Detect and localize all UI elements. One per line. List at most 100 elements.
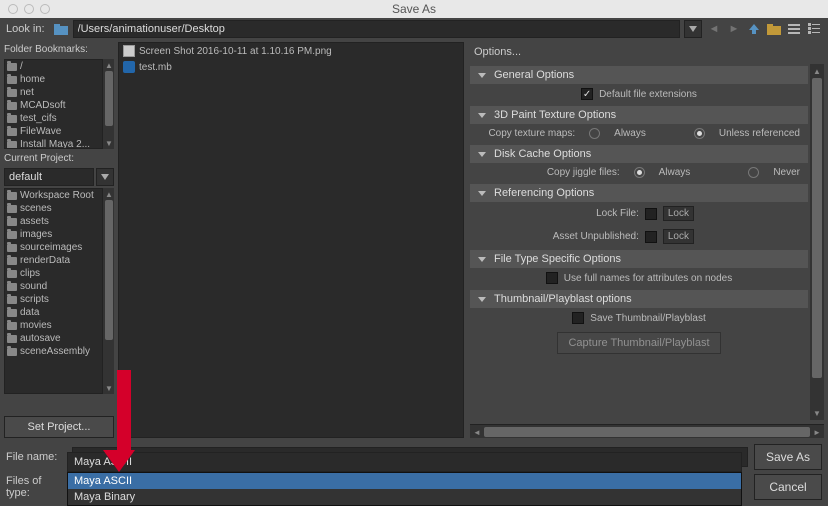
folder-icon: [7, 63, 17, 71]
project-item[interactable]: clips: [5, 267, 113, 280]
folder-icon[interactable]: [53, 21, 69, 37]
options-panel: General Options Default file extensions …: [470, 64, 824, 420]
project-item[interactable]: sourceimages: [5, 241, 113, 254]
file-item[interactable]: test.mb: [119, 59, 463, 75]
project-tree-list[interactable]: Workspace Rootscenesassetsimages sourceim…: [4, 188, 114, 394]
project-item[interactable]: images: [5, 228, 113, 241]
file-item[interactable]: Screen Shot 2016-10-11 at 1.10.16 PM.png: [119, 43, 463, 59]
project-item[interactable]: scripts: [5, 293, 113, 306]
options-header: Options...: [470, 42, 824, 64]
project-item-label: Workspace Root: [20, 190, 94, 201]
project-item-label: scripts: [20, 294, 49, 305]
project-item[interactable]: sound: [5, 280, 113, 293]
bookmark-item[interactable]: FileWave: [5, 125, 113, 138]
bookmark-item[interactable]: /: [5, 60, 113, 73]
project-item-label: sourceimages: [20, 242, 82, 253]
back-icon[interactable]: ◄: [706, 21, 722, 37]
project-item-label: renderData: [20, 255, 70, 266]
files-of-type-dropdown[interactable]: Maya ASCII Maya ASCIIMaya Binary: [67, 452, 742, 506]
project-item[interactable]: data: [5, 306, 113, 319]
capture-thumb-button[interactable]: Capture Thumbnail/Playblast: [557, 332, 720, 354]
file-list-area[interactable]: Screen Shot 2016-10-11 at 1.10.16 PM.png…: [118, 42, 464, 438]
project-item[interactable]: renderData: [5, 254, 113, 267]
look-in-label: Look in:: [6, 23, 45, 35]
path-input[interactable]: [73, 20, 680, 38]
project-item[interactable]: scenes: [5, 202, 113, 215]
list-view-icon[interactable]: [786, 21, 802, 37]
folder-icon: [7, 141, 17, 149]
save-thumb-checkbox[interactable]: [572, 312, 584, 324]
bookmark-item[interactable]: test_cifs: [5, 112, 113, 125]
chevron-down-icon: [478, 297, 486, 302]
project-item-label: data: [20, 307, 39, 318]
folder-icon: [7, 335, 17, 343]
bookmark-item[interactable]: home: [5, 73, 113, 86]
files-of-type-current[interactable]: Maya ASCII: [67, 452, 742, 472]
project-item-label: images: [20, 229, 52, 240]
bookmark-item[interactable]: Install Maya 2...: [5, 138, 113, 149]
path-history-dropdown[interactable]: [684, 20, 702, 38]
full-names-checkbox[interactable]: [546, 272, 558, 284]
new-folder-icon[interactable]: [766, 21, 782, 37]
section-thumbnail[interactable]: Thumbnail/Playblast options: [470, 290, 808, 308]
jiggle-never-radio[interactable]: [748, 167, 759, 178]
folder-icon: [7, 322, 17, 330]
chevron-down-icon: [478, 73, 486, 78]
section-general[interactable]: General Options: [470, 66, 808, 84]
file-name-label: test.mb: [139, 62, 172, 73]
chevron-down-icon: [478, 257, 486, 262]
folder-icon: [7, 218, 17, 226]
bookmark-item[interactable]: net: [5, 86, 113, 99]
maximize-dot[interactable]: [40, 4, 50, 14]
project-item[interactable]: assets: [5, 215, 113, 228]
file-type-option[interactable]: Maya ASCII: [68, 473, 741, 489]
lock-file-checkbox[interactable]: [645, 208, 657, 220]
options-hscrollbar[interactable]: ◄ ►: [470, 424, 824, 438]
minimize-dot[interactable]: [24, 4, 34, 14]
default-ext-checkbox[interactable]: [581, 88, 593, 100]
copy-tex-always-radio[interactable]: [589, 128, 600, 139]
current-project-select[interactable]: default: [4, 168, 94, 186]
save-as-button[interactable]: Save As: [754, 444, 822, 470]
project-item[interactable]: autosave: [5, 332, 113, 345]
folder-icon: [7, 231, 17, 239]
project-item[interactable]: Workspace Root: [5, 189, 113, 202]
section-file-type[interactable]: File Type Specific Options: [470, 250, 808, 268]
folder-icon: [7, 192, 17, 200]
bookmark-label: net: [20, 87, 34, 98]
bookmark-label: FileWave: [20, 126, 61, 137]
set-project-button[interactable]: Set Project...: [4, 416, 114, 438]
cancel-button[interactable]: Cancel: [754, 474, 822, 500]
section-referencing[interactable]: Referencing Options: [470, 184, 808, 202]
project-tree-scrollbar[interactable]: ▲ ▼: [102, 188, 114, 394]
forward-icon[interactable]: ►: [726, 21, 742, 37]
chevron-down-icon: [478, 113, 486, 118]
traffic-lights[interactable]: [8, 4, 50, 14]
close-dot[interactable]: [8, 4, 18, 14]
chevron-down-icon: [478, 152, 486, 157]
detail-view-icon[interactable]: [806, 21, 822, 37]
project-item[interactable]: movies: [5, 319, 113, 332]
folder-icon: [7, 296, 17, 304]
file-name-label: Screen Shot 2016-10-11 at 1.10.16 PM.png: [139, 46, 332, 57]
asset-unpub-checkbox[interactable]: [645, 231, 657, 243]
image-file-icon: [123, 45, 135, 57]
bookmark-label: /: [20, 61, 23, 72]
folder-bookmarks-list[interactable]: /homenetMCADsofttest_cifs FileWaveInstall…: [4, 59, 114, 149]
up-icon[interactable]: [746, 21, 762, 37]
options-vscrollbar[interactable]: ▲ ▼: [810, 64, 824, 420]
copy-tex-unless-radio[interactable]: [694, 128, 705, 139]
bookmark-item[interactable]: MCADsoft: [5, 99, 113, 112]
section-disk-cache[interactable]: Disk Cache Options: [470, 145, 808, 163]
current-project-dropdown-button[interactable]: [96, 168, 114, 186]
file-type-option[interactable]: Maya Binary: [68, 489, 741, 505]
project-item[interactable]: sceneAssembly: [5, 345, 113, 358]
project-item-label: clips: [20, 268, 40, 279]
bookmarks-scrollbar[interactable]: ▲ ▼: [102, 59, 114, 149]
current-project-label: Current Project:: [4, 151, 114, 166]
section-3d-paint[interactable]: 3D Paint Texture Options: [470, 106, 808, 124]
jiggle-always-radio[interactable]: [634, 167, 645, 178]
bookmark-label: test_cifs: [20, 113, 57, 124]
folder-icon: [7, 76, 17, 84]
folder-icon: [7, 283, 17, 291]
